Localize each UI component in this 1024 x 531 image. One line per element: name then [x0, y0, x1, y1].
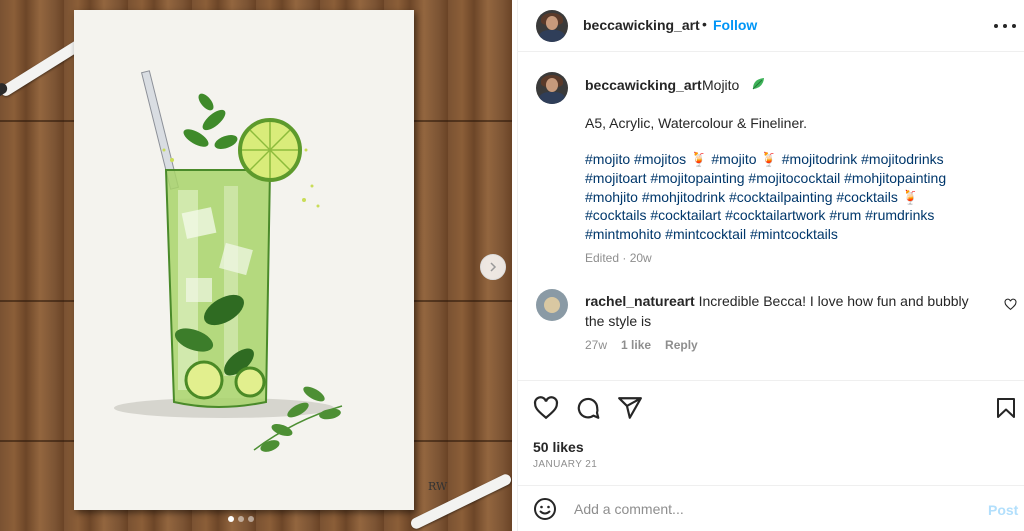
separator-dot: • [702, 16, 707, 32]
hashtag-link[interactable]: #mojitopainting [650, 170, 744, 186]
hashtag-link[interactable]: #mohjitopainting [844, 170, 946, 186]
hashtag-link[interactable]: #mojito [585, 151, 630, 167]
post-header: beccawicking_art • Follow [518, 0, 1024, 52]
hashtag-link[interactable]: #mojitococktail [748, 170, 840, 186]
comment-icon[interactable] [575, 395, 601, 421]
hashtag-link[interactable]: #mintcocktails [750, 226, 838, 242]
comment-like-icon[interactable] [1004, 298, 1017, 311]
hashtag-link[interactable]: #cocktailart [650, 207, 721, 223]
mojito-painting [114, 70, 343, 452]
hashtag-link[interactable]: #mohjitodrink [642, 189, 725, 205]
comment-age: 27w [585, 338, 608, 352]
marker-pen [409, 472, 512, 531]
commenter-avatar[interactable] [536, 289, 568, 321]
comment-input[interactable] [574, 498, 954, 520]
hashtag-link[interactable]: #mohjito [585, 189, 638, 205]
comment-meta: 27w 1 like Reply [585, 338, 698, 352]
chevron-right-icon [490, 262, 497, 272]
cocktail-emoji: 🍹 [760, 151, 778, 167]
hashtag-link[interactable]: #rum [829, 207, 861, 223]
hashtag-link[interactable]: #mintcocktail [665, 226, 746, 242]
comment-likes[interactable]: 1 like [621, 338, 651, 352]
hashtag-link[interactable]: #mojitos [634, 151, 686, 167]
cocktail-emoji: 🍹 [690, 151, 708, 167]
artwork-paper: RW [74, 10, 447, 510]
cocktail-emoji: 🍹 [901, 188, 920, 205]
carousel-indicator [228, 516, 254, 522]
hashtag-link[interactable]: #rumdrinks [865, 207, 934, 223]
hashtag-line: #mohjito #mohjitodrink #cocktailpainting… [585, 188, 995, 207]
hashtag-link[interactable]: #cocktailpainting [729, 189, 833, 205]
hashtag-link[interactable]: #mintmohito [585, 226, 661, 242]
caption-title: Mojito [702, 77, 740, 93]
hashtag-link[interactable]: #cocktailartwork [725, 207, 825, 223]
author-avatar[interactable] [536, 10, 568, 42]
carousel-next-button[interactable] [480, 254, 506, 280]
reply-button[interactable]: Reply [665, 338, 698, 352]
caption-meta: Edited · 20w [585, 251, 652, 265]
hashtag-link[interactable]: #mojito [711, 151, 756, 167]
post-date: JANUARY 21 [533, 459, 598, 470]
like-count[interactable]: 50 likes [533, 439, 584, 455]
heart-icon[interactable] [533, 395, 559, 421]
hashtag-link[interactable]: #mojitodrinks [861, 151, 943, 167]
hashtag-line: #cocktails #cocktailart #cocktailartwork… [585, 206, 995, 225]
post-comment-button[interactable]: Post [988, 502, 1018, 518]
leaf-icon [752, 78, 764, 90]
artist-signature: RW [428, 480, 448, 493]
hashtag-link[interactable]: #mojitodrink [782, 151, 857, 167]
add-comment-bar: Post [518, 485, 1024, 531]
comment-item: rachel_natureart Incredible Becca! I lov… [518, 286, 1024, 366]
hashtag-link[interactable]: #cocktails [585, 207, 646, 223]
follow-button[interactable]: Follow [713, 17, 757, 33]
caption-avatar[interactable] [536, 72, 568, 104]
more-options-icon[interactable] [994, 16, 1016, 36]
caption-username[interactable]: beccawicking_art [585, 77, 702, 93]
post-media[interactable]: RW [0, 0, 512, 531]
caption-description: A5, Acrylic, Watercolour & Fineliner. [585, 115, 808, 131]
post-details-panel: beccawicking_art • Follow beccawicking_a… [517, 0, 1024, 531]
post-actions: 50 likes JANUARY 21 [518, 380, 1024, 485]
carousel-dot [238, 516, 244, 522]
author-username[interactable]: beccawicking_art [583, 17, 700, 33]
share-icon[interactable] [617, 395, 643, 421]
commenter-username[interactable]: rachel_natureart [585, 293, 695, 309]
hashtag-line: #mojitoart #mojitopainting #mojitocockta… [585, 169, 995, 188]
hashtag-link[interactable]: #mojitoart [585, 170, 646, 186]
hashtag-link[interactable]: #cocktails [836, 189, 897, 205]
hashtag-line: #mintmohito #mintcocktail #mintcocktails [585, 225, 995, 244]
carousel-dot-active [228, 516, 234, 522]
hashtag-list: #mojito #mojitos 🍹 #mojito 🍹 #mojitodrin… [585, 150, 995, 244]
carousel-dot [248, 516, 254, 522]
hashtag-line: #mojito #mojitos 🍹 #mojito 🍹 #mojitodrin… [585, 150, 995, 169]
emoji-icon[interactable] [533, 497, 557, 521]
comment-body: rachel_natureart Incredible Becca! I lov… [585, 291, 985, 331]
bookmark-icon[interactable] [994, 395, 1018, 421]
